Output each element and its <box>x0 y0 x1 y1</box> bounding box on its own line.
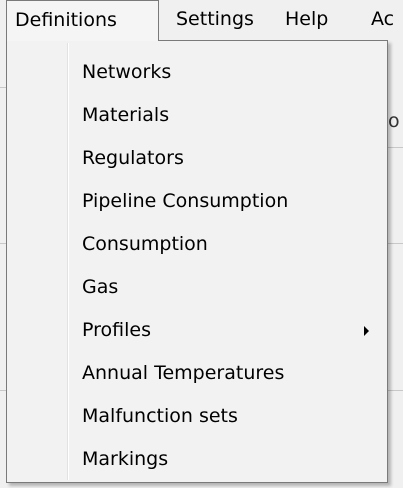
menu-truncated[interactable]: Ac <box>371 0 394 40</box>
definitions-dropdown: Networks Materials Regulators Pipeline C… <box>6 40 388 483</box>
background-divider <box>388 243 403 244</box>
menu-item-regulators[interactable]: Regulators <box>8 137 386 180</box>
menu-settings[interactable]: Settings <box>176 0 254 40</box>
menu-item-label: Consumption <box>82 233 208 255</box>
menu-item-label: Pipeline Consumption <box>82 190 289 212</box>
menu-help[interactable]: Help <box>285 0 328 40</box>
menu-item-gas[interactable]: Gas <box>8 266 386 309</box>
menu-item-label: Markings <box>82 448 169 470</box>
background-partial-text: o <box>388 110 400 132</box>
submenu-arrow-icon <box>364 326 369 336</box>
menu-item-profiles[interactable]: Profiles <box>8 309 386 352</box>
menu-item-label: Gas <box>82 276 119 298</box>
menu-item-annual-temperatures[interactable]: Annual Temperatures <box>8 352 386 395</box>
menu-item-label: Materials <box>82 104 170 126</box>
menu-bar: Definitions Settings Help Ac <box>0 0 403 41</box>
menu-definitions[interactable]: Definitions <box>6 0 159 41</box>
menu-item-label: Profiles <box>82 319 151 341</box>
menu-item-label: Networks <box>82 61 172 83</box>
menu-item-consumption[interactable]: Consumption <box>8 223 386 266</box>
background-divider <box>388 390 403 391</box>
menu-item-label: Annual Temperatures <box>82 362 285 384</box>
menu-item-materials[interactable]: Materials <box>8 94 386 137</box>
menu-item-malfunction-sets[interactable]: Malfunction sets <box>8 395 386 438</box>
background-divider <box>388 147 403 148</box>
menu-item-label: Regulators <box>82 147 184 169</box>
menu-item-pipeline-consumption[interactable]: Pipeline Consumption <box>8 180 386 223</box>
menu-item-markings[interactable]: Markings <box>8 438 386 481</box>
menu-item-label: Malfunction sets <box>82 405 238 427</box>
menu-item-networks[interactable]: Networks <box>8 51 386 94</box>
